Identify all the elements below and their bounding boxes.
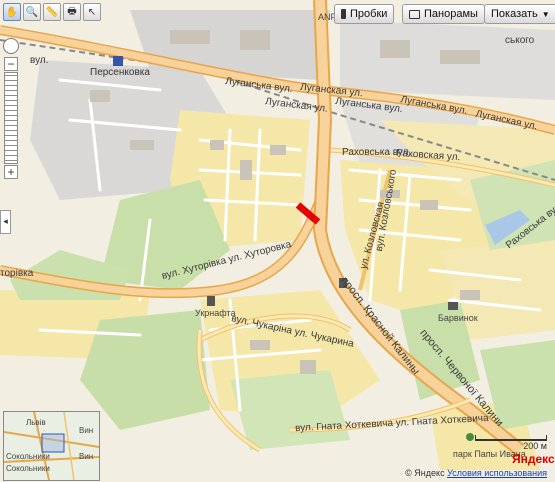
zoom-out-button[interactable]: − (4, 57, 18, 71)
zoom-tool-icon: 🔍 (25, 6, 39, 18)
show-dropdown[interactable]: Показать ▼ (484, 4, 555, 24)
traffic-button-label: Пробки (350, 8, 388, 20)
terms-link[interactable]: Условия использования (447, 468, 547, 478)
label-torivka: торівка (0, 268, 34, 279)
scale-label: 200 м (523, 441, 547, 451)
zoom-control: − + (3, 38, 19, 179)
map-toolbar: ✋ 🔍 📏 🖶 ↖ (3, 3, 101, 21)
map-view[interactable]: Персенковка Луганська вул. Луганская ул.… (0, 0, 555, 482)
print-tool-icon: 🖶 (67, 5, 77, 17)
drag-tool-icon: ✋ (5, 6, 19, 18)
copyright: © Яндекс Условия использования (405, 468, 547, 478)
chevron-down-icon: ▼ (541, 9, 550, 19)
park-icon (466, 433, 474, 441)
minimap-city-sokolniki-2: Сокольники (6, 464, 50, 473)
ruler-tool-icon: 📏 (45, 6, 59, 18)
ruler-tool-button[interactable]: 📏 (43, 3, 61, 21)
panoramas-button-label: Панорамы (424, 8, 478, 20)
camera-icon (409, 9, 420, 19)
cursor-tool-button[interactable]: ↖ (83, 3, 101, 21)
label-barvinok: Барвинок (438, 313, 478, 323)
yandex-logo: Яндекс (512, 452, 555, 466)
label-skoho: ського (505, 35, 535, 46)
minimap-city-vin-2: Вин (79, 452, 94, 461)
minimap-city-vin: Вин (79, 426, 94, 435)
print-tool-button[interactable]: 🖶 (63, 3, 81, 21)
collapse-panel-button[interactable]: ◂ (0, 210, 11, 234)
compass-icon[interactable] (3, 38, 19, 54)
minimap-city-lviv: Львів (26, 418, 46, 427)
minimap[interactable]: Львів Вин Сокольники Сокольники Вин (3, 411, 100, 481)
label-station: Персенковка (90, 67, 150, 78)
traffic-light-icon (341, 9, 346, 19)
panoramas-button[interactable]: Панорамы (402, 4, 485, 24)
label-ukrnafta: Укрнафта (195, 308, 236, 318)
scale-bar: 200 м (475, 435, 547, 451)
zoom-slider[interactable] (4, 72, 18, 164)
label-vul: вул. (30, 55, 49, 66)
minimap-viewport (41, 433, 65, 453)
shop-icon (448, 302, 458, 310)
drag-tool-button[interactable]: ✋ (3, 3, 21, 21)
show-dropdown-label: Показать (491, 8, 538, 20)
minimap-city-sokolniki: Сокольники (6, 452, 50, 461)
cursor-tool-icon: ↖ (87, 6, 97, 18)
station-icon (113, 56, 123, 66)
zoom-tool-button[interactable]: 🔍 (23, 3, 41, 21)
copyright-text: © Яндекс (405, 468, 445, 478)
zoom-in-button[interactable]: + (4, 165, 18, 179)
traffic-button[interactable]: Пробки (334, 4, 395, 24)
gas-station-icon (207, 296, 215, 306)
